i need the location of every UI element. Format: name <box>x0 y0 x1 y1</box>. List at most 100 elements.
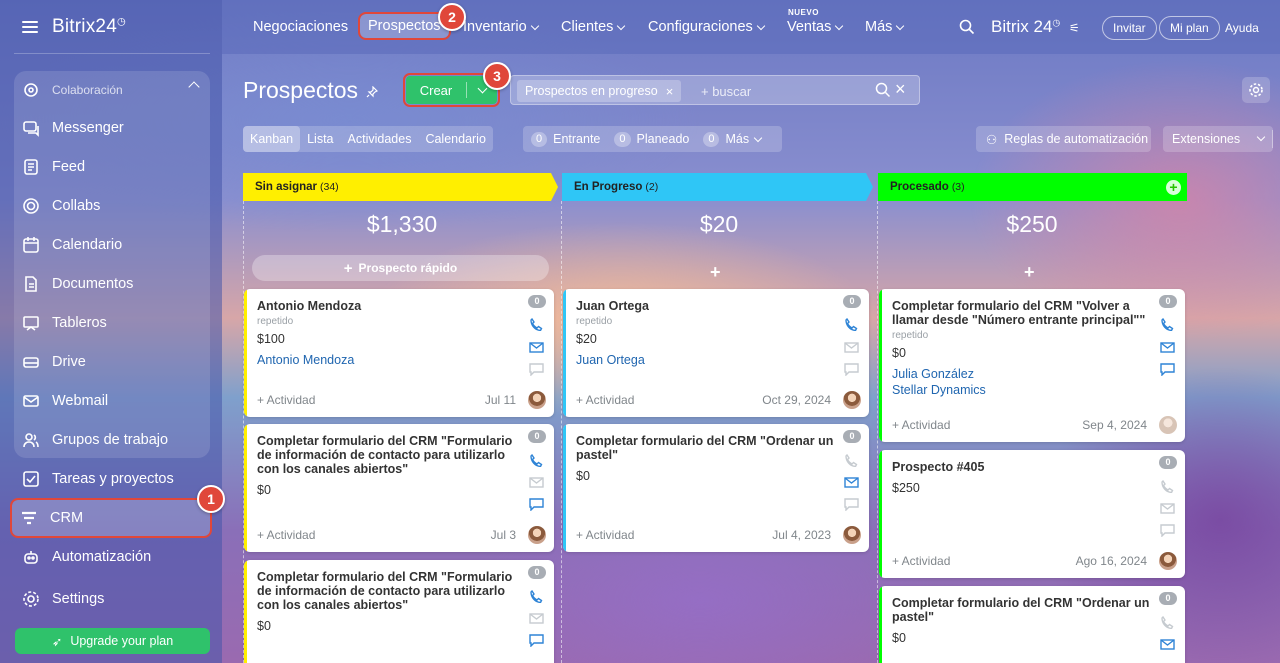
help-button[interactable]: Ayuda <box>1219 16 1265 40</box>
brand-logo[interactable]: Bitrix24◷ <box>52 16 126 38</box>
lead-card[interactable]: Completar formulario del CRM "Formulario… <box>244 424 554 552</box>
lead-card[interactable]: Juan Ortega repetido $20 Juan Ortega + A… <box>563 289 869 417</box>
add-activity-link[interactable]: + Actividad <box>892 418 950 432</box>
sidebar-item-boards[interactable]: Tableros <box>14 304 210 342</box>
clear-icon[interactable]: × <box>895 79 906 100</box>
sidebar-item-workgroups[interactable]: Grupos de trabajo <box>14 421 210 459</box>
extensions-button[interactable]: Extensiones <box>1163 126 1273 152</box>
column-header-in-progress[interactable]: En Progreso (2) <box>562 173 866 201</box>
counter-more[interactable]: 0 Más <box>703 131 763 147</box>
close-icon[interactable]: × <box>666 84 674 99</box>
chevron-up-icon[interactable] <box>188 81 200 93</box>
sidebar-item-webmail[interactable]: Webmail <box>14 382 210 420</box>
nav-settings[interactable]: Configuraciones <box>648 19 766 35</box>
lead-card[interactable]: Completar formulario del CRM "Volver a l… <box>879 289 1185 442</box>
mail-icon[interactable] <box>1160 638 1175 651</box>
phone-icon[interactable] <box>529 589 544 604</box>
counter-incoming[interactable]: 0 Entrante <box>531 131 600 147</box>
add-activity-link[interactable]: + Actividad <box>892 554 950 568</box>
tab-calendar[interactable]: Calendario <box>418 126 492 152</box>
contact-link[interactable]: Antonio Mendoza <box>257 353 354 367</box>
chat-icon[interactable] <box>1160 363 1175 377</box>
filter-chip[interactable]: Prospectos en progreso × <box>517 80 682 102</box>
sidebar-item-messenger[interactable]: Messenger <box>14 109 210 147</box>
add-card-in-progress-icon[interactable]: + <box>710 262 721 283</box>
lead-card[interactable]: Completar formulario del CRM "Formulario… <box>244 560 554 663</box>
contact-link[interactable]: Juan Ortega <box>576 353 645 367</box>
tab-kanban[interactable]: Kanban <box>243 126 301 152</box>
mail-icon[interactable] <box>529 476 544 489</box>
add-stage-icon[interactable]: + <box>1166 180 1181 195</box>
add-activity-link[interactable]: + Actividad <box>576 528 634 542</box>
filter-search[interactable]: Prospectos en progreso × × <box>510 75 920 105</box>
mail-icon[interactable] <box>844 476 859 489</box>
chevron-down-icon[interactable] <box>1256 132 1266 142</box>
mail-icon[interactable] <box>529 612 544 625</box>
chat-icon[interactable] <box>1160 524 1175 538</box>
add-activity-link[interactable]: + Actividad <box>576 393 634 407</box>
search-icon[interactable] <box>875 82 891 103</box>
tab-list[interactable]: Lista <box>300 126 340 152</box>
sidebar-item-automation[interactable]: Automatización <box>14 538 210 576</box>
automation-rules-button[interactable]: ⚇ Reglas de automatización <box>976 126 1151 152</box>
phone-icon[interactable] <box>1160 317 1175 332</box>
sidebar-item-collabs[interactable]: Collabs <box>14 187 210 225</box>
nav-more[interactable]: Más <box>865 19 905 35</box>
chat-icon[interactable] <box>844 363 859 377</box>
phone-icon[interactable] <box>529 453 544 468</box>
pin-icon[interactable] <box>366 86 378 98</box>
lead-card[interactable]: Completar formulario del CRM "Ordenar un… <box>563 424 869 552</box>
brand-title[interactable]: Bitrix 24◷ ⚟ <box>991 17 1080 37</box>
nav-sales[interactable]: Ventas <box>787 19 844 35</box>
my-plan-button[interactable]: Mi plan <box>1159 16 1220 40</box>
settings-slider-icon[interactable]: ⚟ <box>1069 21 1080 35</box>
chat-icon[interactable] <box>529 363 544 377</box>
mail-icon[interactable] <box>529 341 544 354</box>
sidebar-item-documents[interactable]: Documentos <box>14 265 210 303</box>
add-card-processed-icon[interactable]: + <box>1024 262 1035 283</box>
phone-icon[interactable] <box>844 453 859 468</box>
add-activity-link[interactable]: + Actividad <box>257 393 315 407</box>
nav-leads[interactable]: Prospectos <box>358 12 451 40</box>
avatar[interactable] <box>528 526 546 544</box>
phone-icon[interactable] <box>529 317 544 332</box>
phone-icon[interactable] <box>844 317 859 332</box>
chat-icon[interactable] <box>529 498 544 512</box>
invite-button[interactable]: Invitar <box>1102 16 1157 40</box>
nav-clients[interactable]: Clientes <box>561 19 626 35</box>
avatar[interactable] <box>1159 416 1177 434</box>
sidebar-item-calendar[interactable]: Calendario <box>14 226 210 264</box>
add-activity-link[interactable]: + Actividad <box>257 528 315 542</box>
upgrade-plan-button[interactable]: ➶ Upgrade your plan <box>15 628 210 654</box>
quick-lead-button[interactable]: + Prospecto rápido <box>252 255 549 281</box>
tab-activities[interactable]: Actividades <box>341 126 419 152</box>
lead-card[interactable]: Prospecto #405 $250 + Actividad Ago 16, … <box>879 450 1185 578</box>
avatar[interactable] <box>843 526 861 544</box>
search-icon[interactable] <box>959 19 975 40</box>
menu-icon[interactable] <box>22 21 38 33</box>
nav-deals[interactable]: Negociaciones <box>253 19 348 35</box>
sidebar-item-crm[interactable]: CRM <box>10 498 212 538</box>
phone-icon[interactable] <box>1160 479 1175 494</box>
search-input[interactable] <box>701 81 861 101</box>
column-header-processed[interactable]: Procesado (3) <box>878 173 1178 201</box>
mail-icon[interactable] <box>844 341 859 354</box>
lead-card[interactable]: Completar formulario del CRM "Ordenar un… <box>879 586 1185 663</box>
mail-icon[interactable] <box>1160 341 1175 354</box>
page-settings-button[interactable] <box>1242 77 1270 103</box>
avatar[interactable] <box>1159 552 1177 570</box>
sidebar-item-feed[interactable]: Feed <box>14 148 210 186</box>
counter-planned[interactable]: 0 Planeado <box>614 131 689 147</box>
mail-icon[interactable] <box>1160 502 1175 515</box>
lead-card[interactable]: Antonio Mendoza repetido $100 Antonio Me… <box>244 289 554 417</box>
sidebar-item-settings[interactable]: Settings <box>14 580 210 618</box>
sidebar-group-header[interactable]: Colaboración <box>14 71 210 109</box>
company-link[interactable]: Stellar Dynamics <box>892 383 986 397</box>
sidebar-item-tasks[interactable]: Tareas y proyectos <box>14 460 210 498</box>
nav-inventory[interactable]: Inventario <box>463 19 539 35</box>
chat-icon[interactable] <box>844 498 859 512</box>
column-header-unassigned[interactable]: Sin asignar (34) <box>243 173 551 201</box>
avatar[interactable] <box>843 391 861 409</box>
avatar[interactable] <box>528 391 546 409</box>
sidebar-item-drive[interactable]: Drive <box>14 343 210 381</box>
